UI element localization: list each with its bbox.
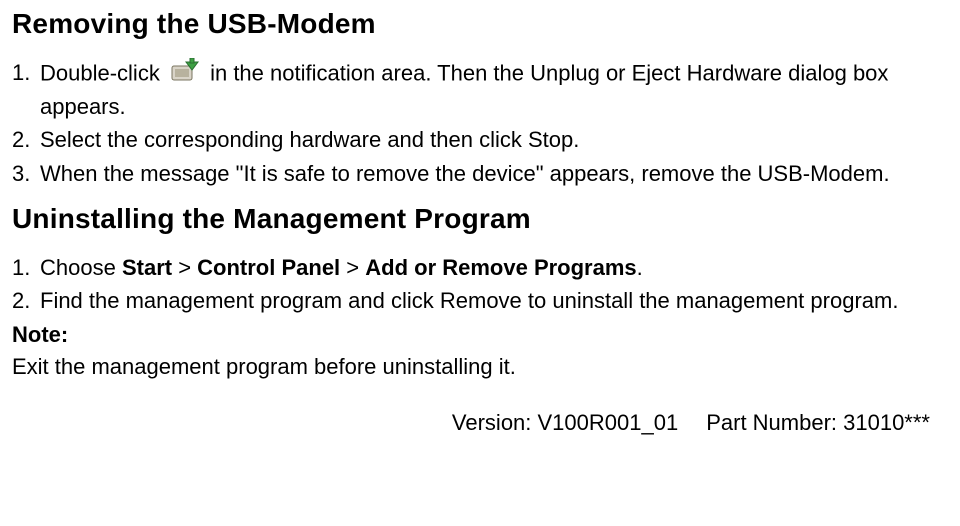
menu-add-remove: Add or Remove Programs <box>365 255 636 280</box>
version-text: Version: V100R001_01 <box>452 410 678 435</box>
list-marker: 2. <box>12 125 40 155</box>
step-1-body: Double-click in the notification area. T… <box>40 58 936 121</box>
list-marker: 3. <box>12 159 40 189</box>
separator: > <box>172 255 197 280</box>
note-label: Note: <box>12 320 936 350</box>
unplug-eject-icon <box>170 58 200 92</box>
list-marker: 2. <box>12 286 40 316</box>
heading-removing-usb-modem: Removing the USB-Modem <box>12 8 936 40</box>
step-2-uninstall-body: Find the management program and click Re… <box>40 286 936 316</box>
step-2-uninstall: 2. Find the management program and click… <box>12 286 936 316</box>
step-1-remove: 1. Double-click in the notification area… <box>12 58 936 121</box>
list-marker: 1. <box>12 58 40 88</box>
footer-version-line: Version: V100R001_01 Part Number: 31010**… <box>12 410 936 436</box>
menu-control-panel: Control Panel <box>197 255 340 280</box>
step-1-uninstall-body: Choose Start > Control Panel > Add or Re… <box>40 253 936 283</box>
document-page: Removing the USB-Modem 1. Double-click i… <box>0 0 960 436</box>
separator: > <box>340 255 365 280</box>
step-1-uninstall: 1. Choose Start > Control Panel > Add or… <box>12 253 936 283</box>
step-1-pre: Double-click <box>40 61 160 86</box>
note-text: Exit the management program before unins… <box>12 352 936 382</box>
heading-uninstalling-program: Uninstalling the Management Program <box>12 203 936 235</box>
part-number-text: Part Number: 31010*** <box>706 410 930 435</box>
step-3-remove: 3. When the message "It is safe to remov… <box>12 159 936 189</box>
step-1-post: in the notification area. Then the Unplu… <box>40 61 888 119</box>
step-3-body: When the message "It is safe to remove t… <box>40 159 936 189</box>
tail-text: . <box>637 255 643 280</box>
step-2-body: Select the corresponding hardware and th… <box>40 125 936 155</box>
list-marker: 1. <box>12 253 40 283</box>
step-2-remove: 2. Select the corresponding hardware and… <box>12 125 936 155</box>
lead-text: Choose <box>40 255 122 280</box>
menu-start: Start <box>122 255 172 280</box>
